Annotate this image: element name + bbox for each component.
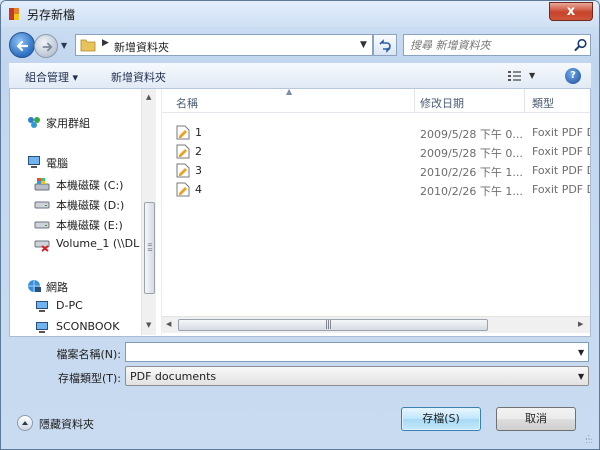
filetype-label: 存檔類型(T): [57, 372, 121, 385]
pc-icon [36, 322, 48, 333]
title-bar[interactable]: 另存新檔 x [1, 1, 599, 27]
refresh-button[interactable] [373, 34, 397, 56]
address-dropdown-icon[interactable]: ▼ [360, 40, 367, 50]
filename-dropdown-icon[interactable]: ▼ [578, 348, 584, 357]
collapse-up-icon[interactable] [17, 415, 33, 431]
breadcrumb-chevron-icon[interactable]: ▶ [102, 38, 109, 48]
filetype-dropdown-icon[interactable]: ▼ [578, 372, 584, 381]
nav-pane-scrollbar[interactable]: ▲ = = ▼ [141, 89, 156, 335]
back-button[interactable] [9, 32, 35, 58]
column-name[interactable]: 名稱 [176, 95, 198, 111]
help-icon[interactable]: ? [565, 68, 581, 84]
column-type[interactable]: 類型 [532, 95, 554, 111]
file-list[interactable]: ▲ 名稱 修改日期 類型 1 2009/5/28 下午 0... Foxit P… [162, 89, 590, 335]
new-folder-button[interactable]: 新增資料夾 [111, 69, 166, 85]
file-row[interactable]: 1 2009/5/28 下午 0... Foxit PDF Do [162, 123, 590, 142]
filename-input[interactable] [128, 344, 152, 360]
folder-icon [80, 38, 96, 52]
view-dropdown-icon[interactable]: ▼ [529, 71, 535, 80]
filetype-select[interactable]: PDF documents ▼ [125, 366, 589, 386]
column-divider[interactable] [414, 89, 415, 113]
scroll-up-icon[interactable]: ▲ [146, 93, 151, 101]
foxit-app-icon [7, 7, 21, 21]
drive-icon [34, 201, 50, 209]
drive-c-icon [34, 178, 50, 191]
arrow-right-icon [42, 42, 53, 52]
column-modified-date[interactable]: 修改日期 [420, 95, 464, 111]
view-options-icon[interactable] [507, 70, 523, 82]
network-icon [28, 280, 41, 292]
filename-combobox[interactable]: ▼ [125, 342, 589, 362]
column-header: ▲ 名稱 修改日期 類型 [162, 89, 590, 113]
column-divider[interactable] [524, 89, 525, 113]
hscroll-thumb[interactable]: ||| [178, 319, 488, 331]
refresh-icon [379, 39, 391, 53]
homegroup-icon [28, 117, 40, 128]
close-button[interactable]: x [549, 2, 593, 21]
scroll-left-icon[interactable]: ◀ [166, 320, 171, 328]
scroll-down-icon[interactable]: ▼ [146, 321, 151, 329]
computer-icon [28, 156, 40, 168]
breadcrumb-current[interactable]: 新增資料夾 [114, 39, 169, 55]
nav-item-computer[interactable]: 電腦 [10, 153, 150, 171]
file-list-hscrollbar[interactable]: ◀ ||| ▶ [162, 316, 590, 333]
drive-icon [34, 221, 50, 229]
search-input[interactable] [408, 37, 568, 53]
grip-icon: ||| [325, 320, 332, 330]
scroll-right-icon[interactable]: ▶ [578, 320, 583, 328]
pdf-file-icon [176, 125, 190, 140]
arrow-left-icon [16, 40, 29, 52]
filetype-value: PDF documents [130, 370, 217, 383]
search-icon[interactable] [574, 38, 588, 52]
nav-item-homegroup[interactable]: 家用群組 [10, 113, 150, 131]
search-box[interactable] [403, 34, 591, 56]
cancel-button[interactable]: 取消 [496, 407, 576, 431]
forward-button[interactable] [34, 34, 58, 58]
save-button[interactable]: 存檔(S) [401, 407, 481, 431]
nav-item-sconbook[interactable]: SCONBOOK [10, 318, 150, 335]
pc-icon [36, 301, 48, 312]
navigation-bar: ▼ ▶ 新增資料夾 ▼ [1, 29, 599, 61]
nav-item-network[interactable]: 網路 [10, 277, 150, 295]
filename-label: 檔案名稱(N): [56, 348, 121, 361]
command-toolbar: 組合管理 ▾ 新增資料夾 ▼ ? [9, 63, 591, 89]
pdf-file-icon [176, 144, 190, 159]
nav-item-d-pc[interactable]: D-PC [10, 297, 150, 315]
file-row[interactable]: 4 2010/2/26 下午 1... Foxit PDF Do [162, 180, 590, 199]
network-drive-disconnected-icon [34, 240, 50, 252]
grip-icon: = = [147, 241, 153, 254]
window-title: 另存新檔 [27, 8, 76, 22]
file-row[interactable]: 3 2010/2/26 下午 1... Foxit PDF Do [162, 161, 590, 180]
nav-item-volume-1[interactable]: Volume_1 (\\DL [10, 235, 150, 253]
organize-menu[interactable]: 組合管理 ▾ [25, 69, 78, 85]
nav-item-drive-c[interactable]: 本機磁碟 (C:) [10, 175, 150, 193]
browser-area: 家用群組 電腦 本機磁碟 (C:) 本機磁碟 (D:) 本機磁碟 (E:) Vo… [9, 89, 591, 337]
address-bar[interactable]: ▶ 新增資料夾 ▼ [75, 34, 373, 56]
nav-item-drive-e[interactable]: 本機磁碟 (E:) [10, 215, 150, 233]
recent-pages-dropdown-icon[interactable]: ▼ [61, 41, 67, 50]
navigation-pane[interactable]: 家用群組 電腦 本機磁碟 (C:) 本機磁碟 (D:) 本機磁碟 (E:) Vo… [10, 89, 156, 335]
save-as-dialog: 另存新檔 x ▼ ▶ 新增資料夾 ▼ 搜尋 新增資料夾 組合管理 ▾ 新增資料夾… [0, 0, 600, 450]
nav-scroll-thumb[interactable]: = = [144, 202, 155, 294]
nav-item-drive-d[interactable]: 本機磁碟 (D:) [10, 195, 150, 213]
resize-grip-icon[interactable]: .:::: [585, 433, 593, 445]
sort-ascending-icon: ▲ [286, 89, 293, 96]
pdf-file-icon [176, 163, 190, 178]
file-row[interactable]: 2 2009/5/28 下午 0... Foxit PDF Do [162, 142, 590, 161]
pdf-file-icon [176, 182, 190, 197]
